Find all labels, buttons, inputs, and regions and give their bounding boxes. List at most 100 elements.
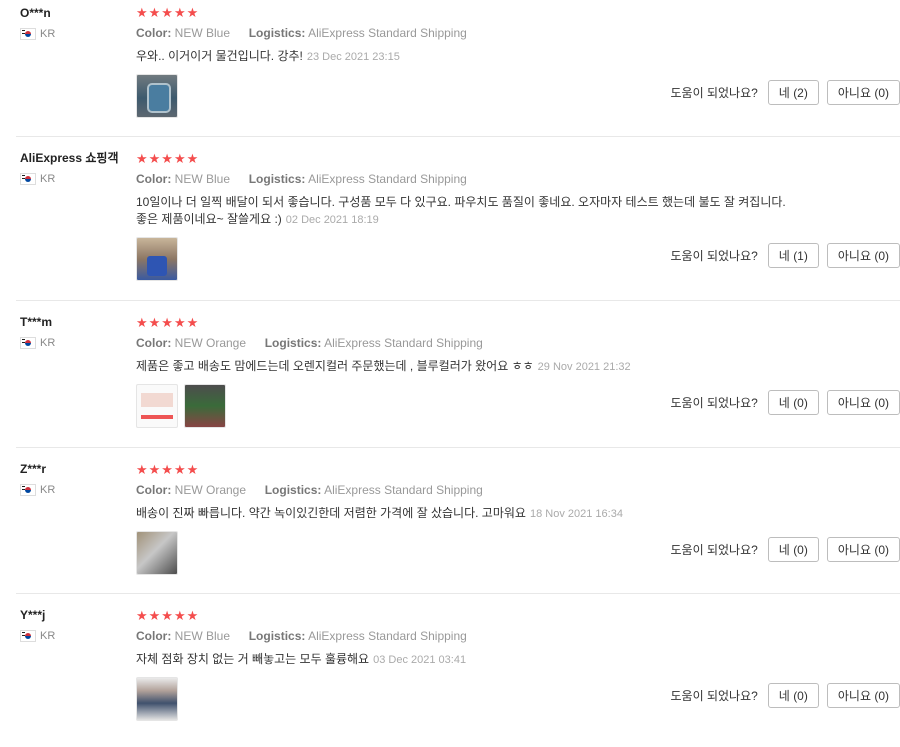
reviewer-name: O***n [20,6,51,20]
country-code: KR [40,484,56,496]
reviewer-name: Y***j [20,608,46,622]
review-list: O***n KR ★★★★★ Color: NEW Blue Logistics… [0,0,900,747]
reviewer-country: KR [20,484,130,496]
review-photo-thumbnail[interactable] [136,531,178,575]
helpful-yes-button[interactable]: 네 (1) [767,243,819,268]
color-value: NEW Blue [174,172,231,186]
korea-flag-icon [20,173,36,185]
color-value: NEW Blue [174,629,231,643]
review-date: 03 Dec 2021 03:41 [373,654,467,666]
helpful-section: 도움이 되었나요? 네 (0) 아니요 (0) [671,390,900,415]
color-label: Color: [136,172,172,186]
review-photo-thumbnail[interactable] [184,384,226,428]
review-item: AliExpress 쇼핑객 KR ★★★★★ Color: NEW Blue … [16,137,900,301]
korea-flag-icon [20,484,36,496]
reviewer-name: AliExpress 쇼핑객 [20,151,119,165]
color-label: Color: [136,483,172,497]
review-item: Y***j KR ★★★★★ Color: NEW Blue Logistics… [16,594,900,747]
review-text: 배송이 진짜 빠릅니다. 약간 녹이있긴한데 저렴한 가격에 잘 샀습니다. 고… [136,506,526,520]
reviewer-country: KR [20,28,130,40]
reviewer-info: T***m KR [20,315,130,349]
review-text-block: 10일이나 더 일찍 배달이 되서 좋습니다. 구성품 모두 다 있구요. 파우… [136,194,796,229]
review-meta: Color: NEW Blue Logistics: AliExpress St… [136,629,796,643]
review-text: 제품은 좋고 배송도 맘에드는데 오렌지컬러 주문했는데 , 블루컬러가 왔어요… [136,359,534,373]
review-text-block: 우와.. 이거이거 물건입니다. 강추! 23 Dec 2021 23:15 [136,48,796,66]
helpful-section: 도움이 되었나요? 네 (0) 아니요 (0) [671,683,900,708]
country-code: KR [40,28,56,40]
reviewer-info: Z***r KR [20,462,130,496]
reviewer-info: O***n KR [20,6,130,40]
star-rating: ★★★★★ [136,608,200,623]
logistics-label: Logistics: [264,483,322,497]
color-value: NEW Orange [174,336,247,350]
review-date: 29 Nov 2021 21:32 [537,361,631,373]
logistics-value: AliExpress Standard Shipping [324,483,483,497]
review-meta: Color: NEW Blue Logistics: AliExpress St… [136,26,796,40]
review-photo-thumbnail[interactable] [136,677,178,721]
helpful-no-button[interactable]: 아니요 (0) [826,537,900,562]
color-value: NEW Blue [174,26,231,40]
logistics-label: Logistics: [264,336,322,350]
review-photo-thumbnail[interactable] [136,237,178,281]
korea-flag-icon [20,337,36,349]
review-meta: Color: NEW Blue Logistics: AliExpress St… [136,172,796,186]
helpful-no-button[interactable]: 아니요 (0) [826,390,900,415]
review-text: 자체 점화 장치 없는 거 빼놓고는 모두 훌륭해요 [136,652,370,666]
country-code: KR [40,173,56,185]
reviewer-country: KR [20,337,130,349]
helpful-section: 도움이 되었나요? 네 (2) 아니요 (0) [671,80,900,105]
helpful-yes-button[interactable]: 네 (0) [767,537,819,562]
color-value: NEW Orange [174,483,247,497]
review-meta: Color: NEW Orange Logistics: AliExpress … [136,483,796,497]
review-photo-thumbnail[interactable] [136,384,178,428]
review-date: 18 Nov 2021 16:34 [529,508,623,520]
review-item: T***m KR ★★★★★ Color: NEW Orange Logisti… [16,301,900,448]
reviewer-name: Z***r [20,462,47,476]
reviewer-country: KR [20,630,130,642]
helpful-question: 도움이 되었나요? [670,689,758,703]
review-item: O***n KR ★★★★★ Color: NEW Blue Logistics… [16,0,900,137]
helpful-question: 도움이 되었나요? [670,249,758,263]
color-label: Color: [136,336,172,350]
review-photo-thumbnail[interactable] [136,74,178,118]
review-text: 10일이나 더 일찍 배달이 되서 좋습니다. 구성품 모두 다 있구요. 파우… [136,195,786,226]
logistics-value: AliExpress Standard Shipping [308,629,467,643]
review-text-block: 자체 점화 장치 없는 거 빼놓고는 모두 훌륭해요 03 Dec 2021 03… [136,651,796,669]
reviewer-info: AliExpress 쇼핑객 KR [20,151,130,185]
helpful-question: 도움이 되었나요? [670,86,758,100]
reviewer-name: T***m [20,315,53,329]
logistics-value: AliExpress Standard Shipping [324,336,483,350]
logistics-value: AliExpress Standard Shipping [308,26,467,40]
logistics-value: AliExpress Standard Shipping [308,172,467,186]
color-label: Color: [136,26,172,40]
logistics-label: Logistics: [248,26,306,40]
helpful-yes-button[interactable]: 네 (0) [767,683,819,708]
color-label: Color: [136,629,172,643]
helpful-yes-button[interactable]: 네 (0) [767,390,819,415]
star-rating: ★★★★★ [136,5,200,20]
country-code: KR [40,337,56,349]
helpful-no-button[interactable]: 아니요 (0) [826,80,900,105]
review-text: 우와.. 이거이거 물건입니다. 강추! [136,49,303,63]
review-date: 02 Dec 2021 18:19 [285,214,379,226]
star-rating: ★★★★★ [136,462,200,477]
helpful-no-button[interactable]: 아니요 (0) [826,243,900,268]
country-code: KR [40,630,56,642]
reviewer-country: KR [20,173,130,185]
helpful-section: 도움이 되었나요? 네 (1) 아니요 (0) [671,243,900,268]
helpful-yes-button[interactable]: 네 (2) [767,80,819,105]
star-rating: ★★★★★ [136,151,200,166]
logistics-label: Logistics: [248,172,306,186]
korea-flag-icon [20,630,36,642]
review-text-block: 제품은 좋고 배송도 맘에드는데 오렌지컬러 주문했는데 , 블루컬러가 왔어요… [136,358,796,376]
review-meta: Color: NEW Orange Logistics: AliExpress … [136,336,796,350]
logistics-label: Logistics: [248,629,306,643]
star-rating: ★★★★★ [136,315,200,330]
helpful-no-button[interactable]: 아니요 (0) [826,683,900,708]
review-date: 23 Dec 2021 23:15 [306,51,400,63]
korea-flag-icon [20,28,36,40]
helpful-section: 도움이 되었나요? 네 (0) 아니요 (0) [671,537,900,562]
helpful-question: 도움이 되었나요? [670,543,758,557]
review-item: Z***r KR ★★★★★ Color: NEW Orange Logisti… [16,448,900,594]
reviewer-info: Y***j KR [20,608,130,642]
